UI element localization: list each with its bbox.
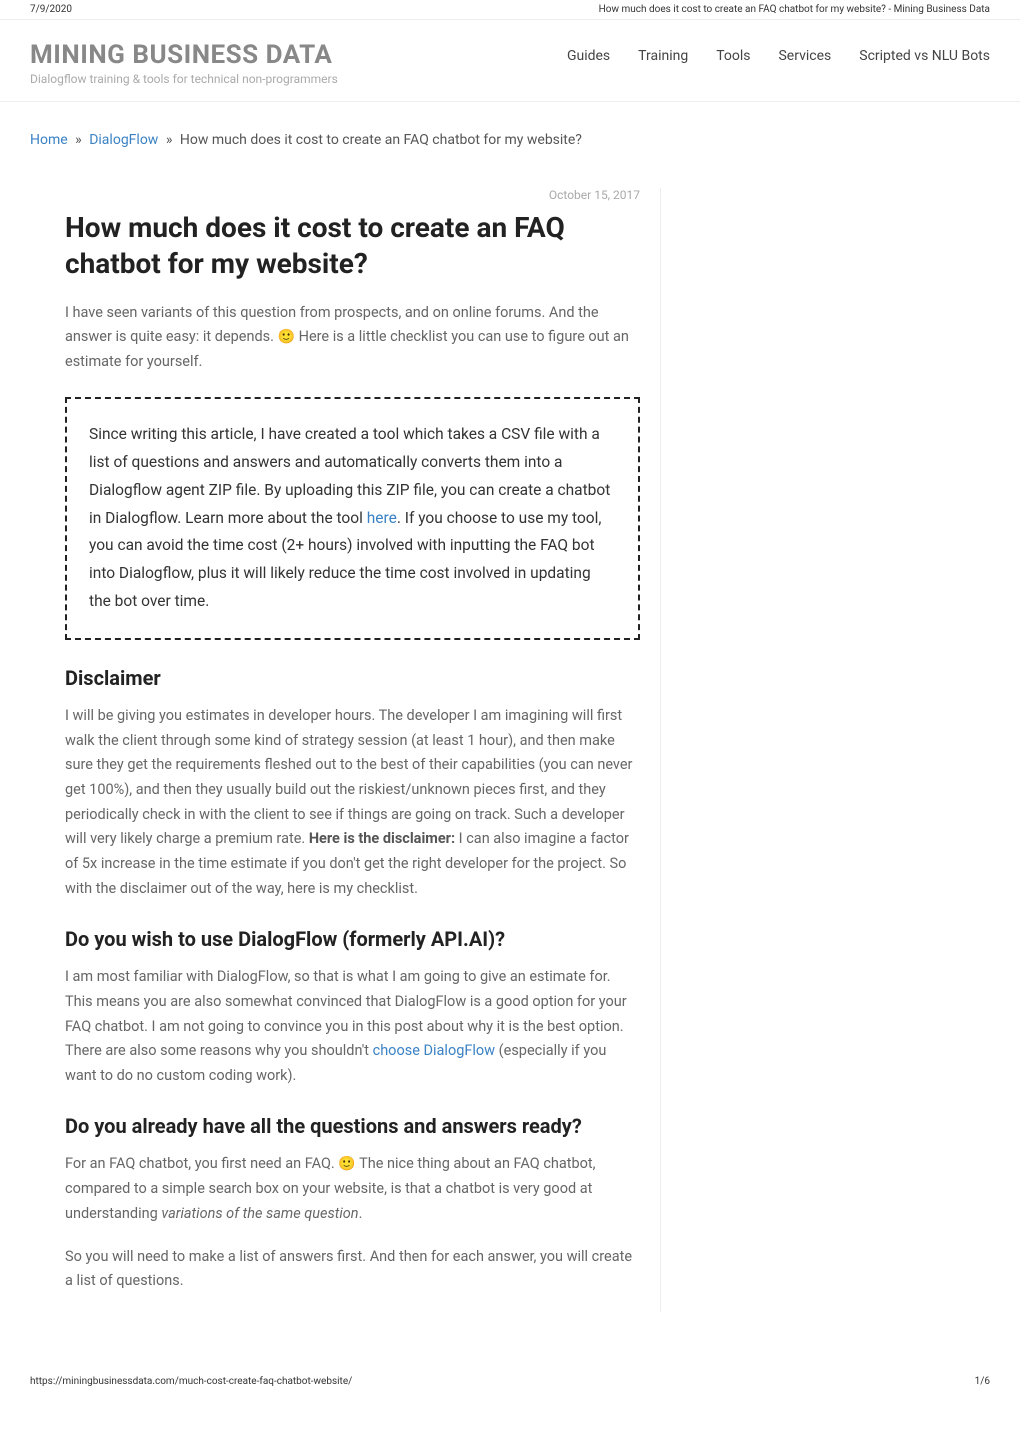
post-date: October 15, 2017 xyxy=(65,188,640,202)
main-nav: Guides Training Tools Services Scripted … xyxy=(567,40,990,64)
callout-text: Since writing this article, I have creat… xyxy=(89,421,616,616)
intro-paragraph: I have seen variants of this question fr… xyxy=(65,301,640,375)
content-wrapper: October 15, 2017 How much does it cost t… xyxy=(0,188,1020,1312)
choose-dialogflow-link[interactable]: choose DialogFlow xyxy=(373,1042,495,1059)
breadcrumb: Home » DialogFlow » How much does it cos… xyxy=(0,102,1020,158)
nav-services[interactable]: Services xyxy=(778,48,831,64)
main-content: October 15, 2017 How much does it cost t… xyxy=(0,188,640,1312)
brand-title: MINING BUSINESS DATA xyxy=(30,40,338,70)
breadcrumb-sep: » xyxy=(75,132,82,148)
nav-scripted-vs-nlu[interactable]: Scripted vs NLU Bots xyxy=(859,48,990,64)
smile-emoji-icon: 🙂 xyxy=(338,1156,355,1172)
qr-before-emoji: For an FAQ chatbot, you first need an FA… xyxy=(65,1155,338,1172)
questions-ready-body2: So you will need to make a list of answe… xyxy=(65,1245,640,1294)
print-header: 7/9/2020 How much does it cost to create… xyxy=(0,0,1020,20)
disclaimer-heading: Disclaimer xyxy=(65,666,640,690)
breadcrumb-current: How much does it cost to create an FAQ c… xyxy=(180,132,582,148)
questions-ready-body1: For an FAQ chatbot, you first need an FA… xyxy=(65,1152,640,1226)
print-title: How much does it cost to create an FAQ c… xyxy=(599,4,990,15)
print-footer: https://miningbusinessdata.com/much-cost… xyxy=(0,1372,1020,1391)
questions-ready-heading: Do you already have all the questions an… xyxy=(65,1114,640,1138)
disclaimer-before-strong: I will be giving you estimates in develo… xyxy=(65,707,632,847)
disclaimer-body: I will be giving you estimates in develo… xyxy=(65,704,640,901)
print-page-number: 1/6 xyxy=(975,1376,990,1387)
smile-emoji-icon: 🙂 xyxy=(278,329,295,345)
callout-here-link[interactable]: here xyxy=(367,509,397,527)
print-date: 7/9/2020 xyxy=(30,4,72,15)
post-title: How much does it cost to create an FAQ c… xyxy=(65,210,640,283)
qr-italic: variations of the same question xyxy=(161,1205,358,1222)
nav-tools[interactable]: Tools xyxy=(716,48,750,64)
nav-guides[interactable]: Guides xyxy=(567,48,610,64)
dialogflow-body: I am most familiar with DialogFlow, so t… xyxy=(65,965,640,1088)
nav-training[interactable]: Training xyxy=(638,48,688,64)
breadcrumb-category[interactable]: DialogFlow xyxy=(89,132,158,148)
print-url: https://miningbusinessdata.com/much-cost… xyxy=(30,1376,352,1387)
brand[interactable]: MINING BUSINESS DATA Dialogflow training… xyxy=(30,40,338,86)
qr-after-italic: . xyxy=(359,1205,363,1222)
breadcrumb-sep: » xyxy=(166,132,173,148)
breadcrumb-home[interactable]: Home xyxy=(30,132,68,148)
callout-box: Since writing this article, I have creat… xyxy=(65,397,640,640)
disclaimer-strong: Here is the disclaimer: xyxy=(309,830,455,847)
site-header: MINING BUSINESS DATA Dialogflow training… xyxy=(0,20,1020,102)
brand-tagline: Dialogflow training & tools for technica… xyxy=(30,72,338,86)
dialogflow-heading: Do you wish to use DialogFlow (formerly … xyxy=(65,927,640,951)
sidebar-divider xyxy=(660,188,661,1312)
